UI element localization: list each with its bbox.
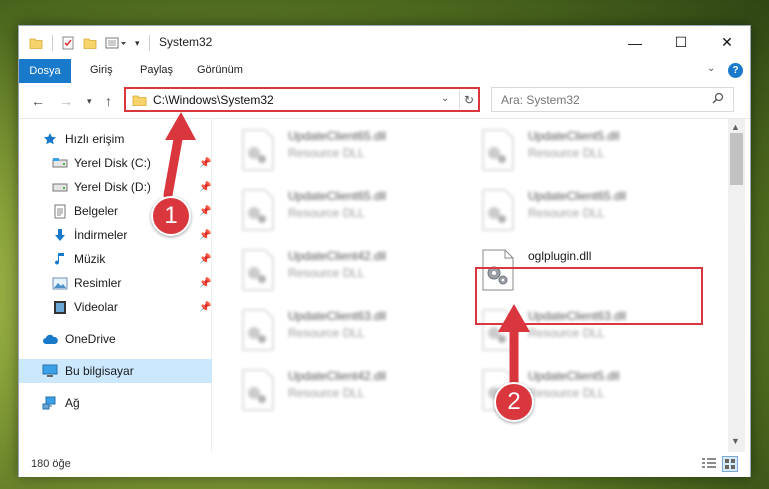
step-2-badge: 2 — [494, 382, 534, 422]
step-1-badge: 1 — [151, 196, 191, 236]
annotation-arrows — [163, 112, 530, 393]
